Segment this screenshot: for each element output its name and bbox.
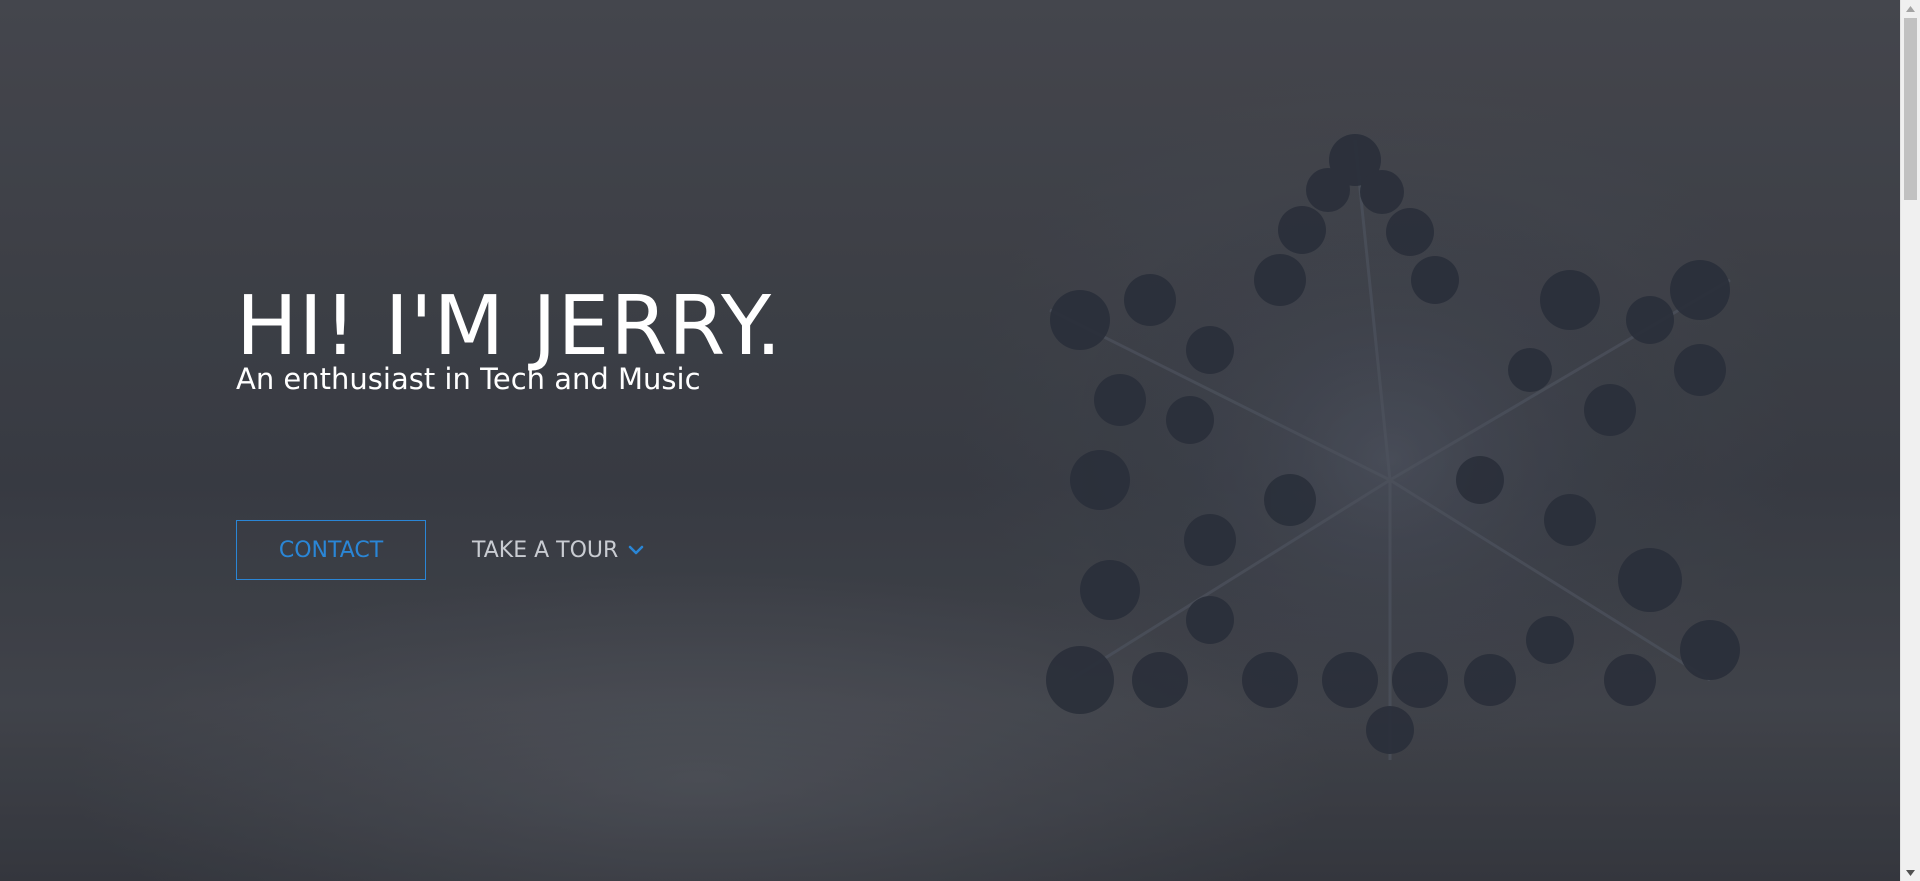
scrollbar-thumb[interactable] <box>1904 18 1917 200</box>
take-a-tour-label: TAKE A TOUR <box>472 537 619 563</box>
scroll-up-arrow-icon[interactable] <box>1901 0 1920 17</box>
hero-overlay <box>0 0 1900 881</box>
hero-actions: CONTACT TAKE A TOUR <box>236 520 644 580</box>
contact-button-label: CONTACT <box>278 537 384 563</box>
scroll-down-arrow-icon[interactable] <box>1901 864 1920 881</box>
vertical-scrollbar[interactable] <box>1900 0 1920 881</box>
chevron-down-icon <box>629 545 644 555</box>
page-viewport: HI! I'M JERRY. An enthusiast in Tech and… <box>0 0 1900 881</box>
take-a-tour-link[interactable]: TAKE A TOUR <box>472 538 644 563</box>
contact-button[interactable]: CONTACT <box>236 520 426 580</box>
hero-title: HI! I'M JERRY. <box>236 279 783 374</box>
hero-content: HI! I'M JERRY. An enthusiast in Tech and… <box>236 285 783 397</box>
